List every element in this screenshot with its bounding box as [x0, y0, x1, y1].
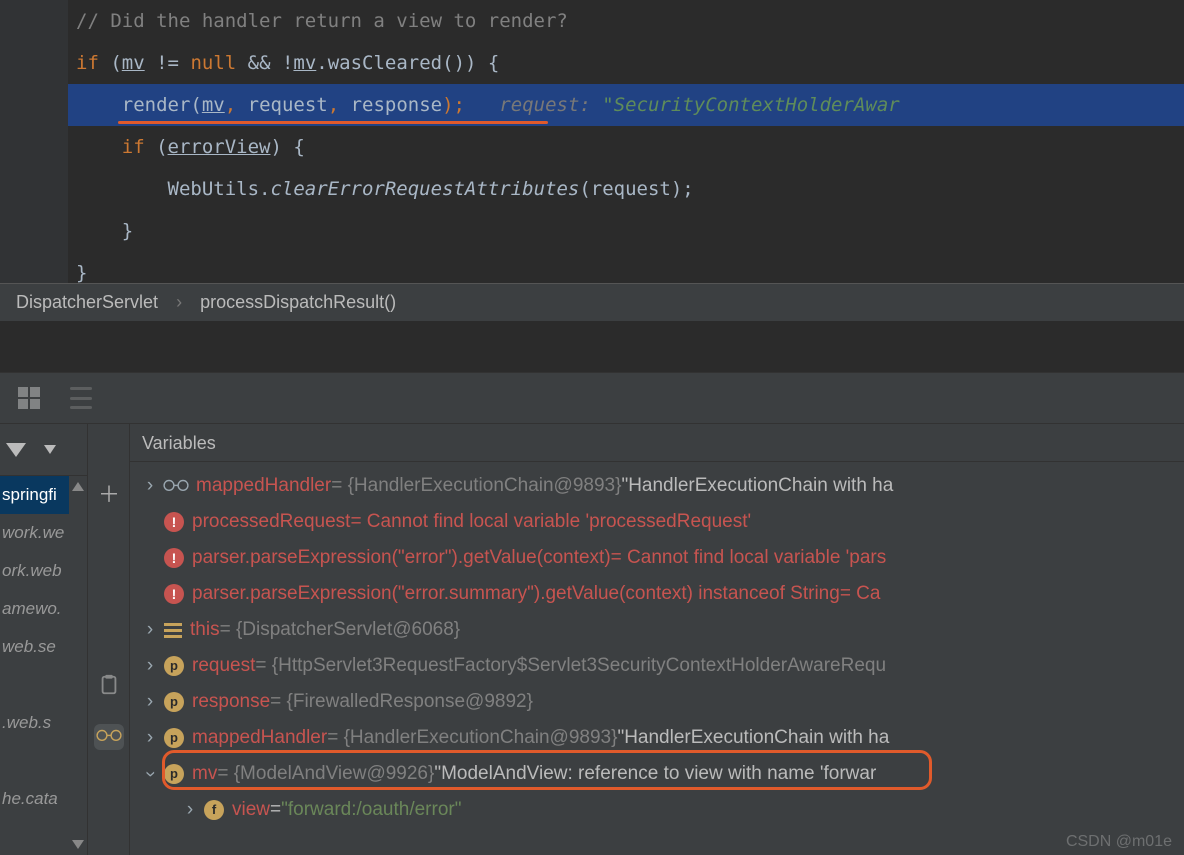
scrollbar[interactable]	[69, 476, 87, 855]
clipboard-icon[interactable]	[97, 674, 121, 698]
variable-name: view	[232, 792, 270, 828]
variable-row[interactable]: › mappedHandler = {HandlerExecutionChain…	[130, 468, 1184, 504]
frames-toolbar	[0, 424, 87, 476]
spacer	[0, 321, 1184, 372]
error-icon: !	[164, 548, 184, 568]
watches-icon[interactable]	[94, 724, 124, 750]
variable-value: = Cannot find local variable 'pars	[611, 540, 887, 576]
variable-value: = {ModelAndView@9926}	[217, 756, 434, 792]
expand-icon[interactable]: ›	[142, 468, 158, 504]
debug-toolbar	[0, 372, 1184, 424]
expand-icon[interactable]: ›	[142, 684, 158, 720]
variable-name: this	[190, 612, 220, 648]
variables-tree[interactable]: › mappedHandler = {HandlerExecutionChain…	[130, 462, 1184, 828]
variable-row[interactable]: ! processedRequest = Cannot find local v…	[130, 504, 1184, 540]
variable-name: processedRequest	[192, 504, 350, 540]
variable-name: parser.parseExpression("error.summary").…	[192, 576, 840, 612]
breadcrumb-separator: ›	[176, 292, 182, 313]
collapse-icon[interactable]: ›	[132, 766, 168, 782]
stack-icon	[164, 623, 182, 638]
comment-text: // Did the handler return a view to rend…	[76, 10, 568, 32]
watermark: CSDN @m01e	[1066, 833, 1172, 851]
field-icon: f	[204, 800, 224, 820]
variable-value: = {FirewalledResponse@9892}	[270, 684, 533, 720]
code-line: if (errorView) {	[68, 126, 1184, 168]
param-icon: p	[164, 728, 184, 748]
inlay-hint: request:	[499, 94, 602, 116]
variable-name: mappedHandler	[196, 468, 331, 504]
settings-icon[interactable]	[70, 387, 92, 409]
scroll-down-icon[interactable]	[72, 840, 84, 849]
expand-icon[interactable]: ›	[142, 720, 158, 756]
variables-header: Variables	[130, 424, 1184, 462]
variables-column: Variables › mappedHandler = {HandlerExec…	[130, 424, 1184, 855]
filter-icon[interactable]	[6, 443, 26, 457]
variable-value: "forward:/oauth/error"	[281, 792, 461, 828]
breadcrumb-method[interactable]: processDispatchResult()	[200, 292, 396, 313]
variable-row[interactable]: › p mv = {ModelAndView@9926} "ModelAndVi…	[130, 756, 1184, 792]
variable-name: parser.parseExpression("error").getValue…	[192, 540, 611, 576]
variable-row[interactable]: › p request = {HttpServlet3RequestFactor…	[130, 648, 1184, 684]
variable-value: = {HttpServlet3RequestFactory$Servlet3Se…	[255, 648, 886, 684]
debug-panel: springfi work.we ork.web amewo. web.se .…	[0, 424, 1184, 855]
code-line: if (mv != null && !mv.wasCleared()) {	[68, 42, 1184, 84]
code-line: // Did the handler return a view to rend…	[68, 0, 1184, 42]
variable-value: = {HandlerExecutionChain@9893}	[327, 720, 617, 756]
code-line: WebUtils.clearErrorRequestAttributes(req…	[68, 168, 1184, 210]
error-icon: !	[164, 584, 184, 604]
layout-icon[interactable]	[18, 387, 40, 409]
expand-icon[interactable]: ›	[182, 792, 198, 828]
expand-icon[interactable]: ›	[142, 648, 158, 684]
code-line-current: render(mv, request, response); request: …	[68, 84, 1184, 126]
variable-row[interactable]: › p mappedHandler = {HandlerExecutionCha…	[130, 720, 1184, 756]
annotation-underline	[118, 121, 548, 124]
expand-icon[interactable]: ›	[142, 612, 158, 648]
code-line: }	[68, 252, 1184, 294]
error-icon: !	[164, 512, 184, 532]
scroll-up-icon[interactable]	[72, 482, 84, 491]
frames-column: springfi work.we ork.web amewo. web.se .…	[0, 424, 88, 855]
code-line: }	[68, 210, 1184, 252]
breadcrumb-class[interactable]: DispatcherServlet	[16, 292, 158, 313]
editor-gutter	[0, 0, 68, 283]
param-icon: p	[164, 656, 184, 676]
param-icon: p	[164, 692, 184, 712]
variable-name: mappedHandler	[192, 720, 327, 756]
variable-row[interactable]: › f view = "forward:/oauth/error"	[130, 792, 1184, 828]
variable-value: = {DispatcherServlet@6068}	[220, 612, 461, 648]
variable-value: = {HandlerExecutionChain@9893}	[331, 468, 621, 504]
dropdown-icon[interactable]	[44, 445, 56, 454]
glasses-icon	[162, 468, 190, 504]
variable-row[interactable]: › this = {DispatcherServlet@6068}	[130, 612, 1184, 648]
variable-name: request	[192, 648, 255, 684]
variable-name: response	[192, 684, 270, 720]
variable-row[interactable]: ! parser.parseExpression("error").getVal…	[130, 540, 1184, 576]
debug-side-icons: ＋	[88, 424, 130, 855]
code-editor[interactable]: // Did the handler return a view to rend…	[0, 0, 1184, 283]
variable-row[interactable]: ! parser.parseExpression("error.summary"…	[130, 576, 1184, 612]
code-area: // Did the handler return a view to rend…	[68, 0, 1184, 294]
variable-name: mv	[192, 756, 217, 792]
variable-row[interactable]: › p response = {FirewalledResponse@9892}	[130, 684, 1184, 720]
variable-value: = Cannot find local variable 'processedR…	[350, 504, 751, 540]
add-watch-icon[interactable]: ＋	[97, 484, 121, 508]
variable-value: = Ca	[840, 576, 881, 612]
